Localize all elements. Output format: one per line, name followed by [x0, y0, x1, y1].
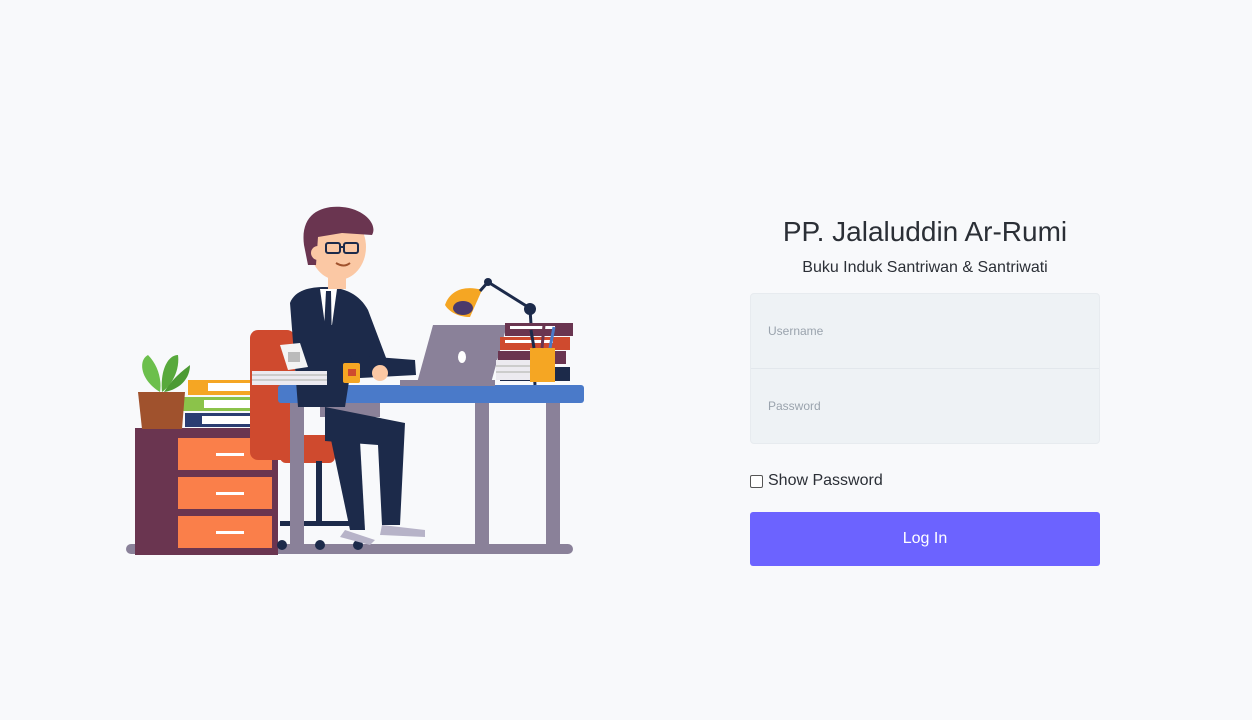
login-button[interactable]: Log In [750, 512, 1100, 566]
show-password-label: Show Password [768, 472, 883, 489]
app-title: PP. Jalaluddin Ar-Rumi [782, 216, 1068, 247]
show-password-row[interactable]: Show Password [750, 472, 1100, 490]
username-input[interactable] [766, 323, 1084, 339]
office-worker-illustration [120, 195, 590, 565]
app-subtitle: Buku Induk Santriwan & Santriwati [802, 259, 1048, 276]
username-field-wrapper [751, 294, 1099, 368]
password-field-wrapper [751, 368, 1099, 443]
show-password-checkbox[interactable] [750, 474, 763, 488]
password-input[interactable] [766, 398, 1084, 414]
login-panel: PP. Jalaluddin Ar-Rumi Buku Induk Santri… [750, 215, 1100, 566]
login-fields [750, 293, 1100, 444]
